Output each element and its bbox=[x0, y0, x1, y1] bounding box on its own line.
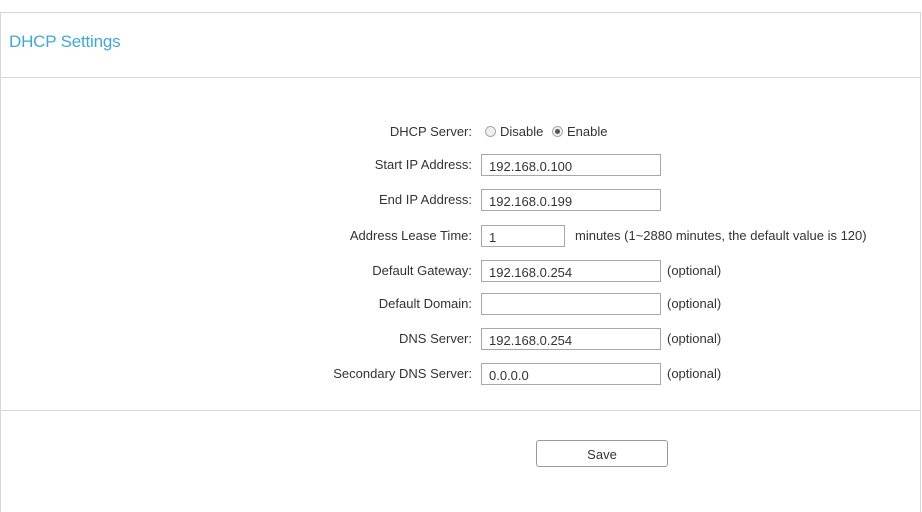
end-ip-label: End IP Address: bbox=[379, 192, 472, 207]
start-ip-label: Start IP Address: bbox=[374, 157, 472, 172]
domain-label: Default Domain: bbox=[378, 296, 472, 311]
lease-time-input[interactable] bbox=[481, 225, 565, 247]
lease-time-hint: minutes (1~2880 minutes, the default val… bbox=[575, 228, 867, 243]
dhcp-server-row: DHCP Server: Disable Enable bbox=[0, 118, 922, 146]
end-ip-input[interactable] bbox=[481, 189, 661, 211]
gateway-row: Default Gateway: (optional) bbox=[0, 257, 922, 285]
domain-row: Default Domain: (optional) bbox=[0, 290, 922, 318]
gateway-input[interactable] bbox=[481, 260, 661, 282]
gateway-optional-hint: (optional) bbox=[667, 263, 722, 278]
gateway-label: Default Gateway: bbox=[372, 263, 472, 278]
disable-radio-label[interactable]: Disable bbox=[500, 124, 543, 139]
secondary-dns-label: Secondary DNS Server: bbox=[333, 366, 472, 381]
dns-row: DNS Server: (optional) bbox=[0, 325, 922, 353]
end-ip-row: End IP Address: bbox=[0, 186, 922, 214]
secondary-dns-row: Secondary DNS Server: (optional) bbox=[0, 360, 922, 388]
page-title: DHCP Settings bbox=[9, 32, 121, 51]
dns-input[interactable] bbox=[481, 328, 661, 350]
domain-input[interactable] bbox=[481, 293, 661, 315]
lease-time-label: Address Lease Time: bbox=[349, 228, 472, 243]
lease-time-row: Address Lease Time: minutes (1~2880 minu… bbox=[0, 222, 922, 250]
dhcp-server-radio-group: Disable Enable bbox=[485, 118, 612, 146]
start-ip-row: Start IP Address: bbox=[0, 151, 922, 179]
domain-optional-hint: (optional) bbox=[667, 296, 722, 311]
dns-optional-hint: (optional) bbox=[667, 331, 722, 346]
footer-divider bbox=[0, 410, 921, 411]
disable-radio[interactable] bbox=[485, 126, 496, 138]
start-ip-input[interactable] bbox=[481, 154, 661, 176]
save-button[interactable]: Save bbox=[536, 440, 668, 467]
enable-radio-label[interactable]: Enable bbox=[567, 124, 607, 139]
dhcp-server-label: DHCP Server: bbox=[389, 124, 472, 139]
secondary-dns-input[interactable] bbox=[481, 363, 661, 385]
enable-radio[interactable] bbox=[551, 126, 563, 138]
dns-label: DNS Server: bbox=[399, 331, 472, 346]
secondary-dns-optional-hint: (optional) bbox=[667, 366, 722, 381]
title-divider bbox=[0, 77, 921, 78]
